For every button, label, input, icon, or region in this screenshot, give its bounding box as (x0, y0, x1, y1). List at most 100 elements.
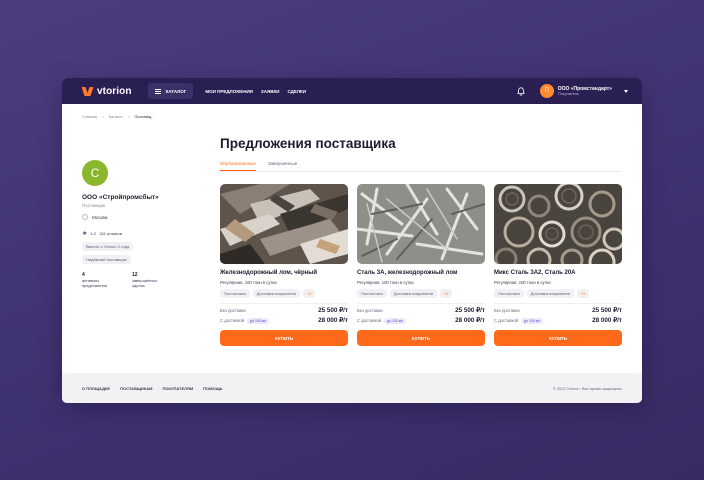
price-row-delivery: С доставкой до 100 км 28 000 ₽/т (357, 317, 485, 324)
location-icon (82, 214, 88, 220)
distance-badge: до 100 км (247, 317, 269, 324)
offer-cards: Железнодорожный лом, чёрный Регулярная, … (220, 184, 622, 346)
main-nav: Мои предложения Заявки Сделки (205, 89, 306, 94)
footer: О площадке Поставщикам Покупателям Помощ… (62, 373, 642, 403)
stat-active-offers: 4 активных предложения (82, 272, 116, 288)
price-value: 25 500 ₽/т (592, 307, 622, 314)
seller-tag: Надёжный поставщик (82, 255, 131, 264)
user-avatar: П (539, 84, 554, 98)
breadcrumb-current: Поставщ.. (134, 114, 154, 119)
offer-tags-more[interactable]: +2 (302, 289, 316, 298)
offer-card[interactable]: Микс Сталь 3А2, Сталь 20А Регулярная, 10… (494, 184, 622, 346)
copyright: © 2022 Vtorion. Все права защищены (552, 385, 622, 391)
price-value: 25 500 ₽/т (455, 307, 485, 314)
price-row-no-delivery: Без доставки 25 500 ₽/т (220, 307, 348, 314)
footer-link-help[interactable]: Помощь (203, 386, 222, 391)
star-icon: ★ (82, 231, 88, 237)
seller-profile: С ООО «Стройпромсбыт» Поставщик Москва ★… (82, 160, 192, 288)
offer-card[interactable]: Железнодорожный лом, чёрный Регулярная, … (220, 184, 348, 346)
offer-tag: Постоплата (494, 289, 524, 298)
user-menu[interactable]: П ООО «Промстандарт» Покупатель (539, 84, 628, 98)
offer-title[interactable]: Сталь 3А, железнодорожный лом (357, 270, 485, 276)
divider (357, 303, 485, 304)
offer-tag: Доставка покупателя (389, 289, 437, 298)
reviews-count: 126 отзывов (98, 231, 122, 236)
tab-published[interactable]: Опубликованные (220, 161, 256, 171)
price-value: 28 000 ₽/т (318, 317, 348, 324)
distance-badge: до 100 км (521, 317, 543, 324)
price-value: 28 000 ₽/т (592, 317, 622, 324)
footer-links: О площадке Поставщикам Покупателям Помощ… (82, 386, 223, 391)
offer-subtitle: Регулярная, 100 тонн в сутки (220, 280, 277, 285)
menu-icon (154, 88, 161, 94)
offer-photo-rail-scrap[interactable] (220, 184, 348, 264)
price-label-delivery: С доставкой до 100 км (220, 317, 269, 324)
seller-city-label: Москва (92, 214, 108, 220)
logo[interactable]: vtorion (82, 86, 132, 97)
buy-button[interactable]: Купить (494, 330, 622, 346)
breadcrumb-home[interactable]: Главная (82, 114, 97, 119)
breadcrumb-catalog[interactable]: Каталог (109, 114, 124, 119)
app-window: vtorion Каталог Мои предложения Заявки С… (62, 78, 642, 403)
seller-type: Поставщик (82, 203, 106, 208)
chevron-down-icon (624, 89, 628, 93)
seller-name: ООО «Стройпромсбыт» (82, 194, 159, 201)
buy-button[interactable]: Купить (220, 330, 348, 346)
offer-subtitle: Регулярная, 100 тонн в сутки (494, 280, 551, 285)
buy-button[interactable]: Купить (357, 330, 485, 346)
offer-photo-steel-scrap[interactable] (357, 184, 485, 264)
seller-rating[interactable]: ★ 4.2 126 отзывов (82, 230, 192, 237)
offer-tags-more[interactable]: +2 (576, 289, 590, 298)
offer-subtitle: Регулярная, 100 тонн в сутки (357, 280, 414, 285)
breadcrumb-separator: › (128, 114, 130, 119)
nav-deals[interactable]: Сделки (287, 89, 306, 94)
price-label-delivery: С доставкой до 100 км (494, 317, 543, 324)
divider (220, 303, 348, 304)
price-value: 25 500 ₽/т (318, 307, 348, 314)
offer-tags-more[interactable]: +2 (439, 289, 453, 298)
offer-title[interactable]: Железнодорожный лом, чёрный (220, 270, 348, 276)
footer-link-buyers[interactable]: Покупателям (162, 386, 193, 391)
distance-badge: до 100 км (384, 317, 406, 324)
offer-tags: Постоплата Доставка покупателя +2 (494, 289, 622, 298)
stat-completed-deals: 12 завершённых сделок (132, 272, 166, 288)
price-label: С доставкой (220, 318, 245, 323)
nav-my-offers[interactable]: Мои предложения (205, 89, 253, 94)
price-label-delivery: С доставкой до 100 км (357, 317, 406, 324)
seller-stats: 4 активных предложения 12 завершённых сд… (82, 272, 192, 288)
price-row-no-delivery: Без доставки 25 500 ₽/т (494, 307, 622, 314)
offer-tag: Доставка покупателя (252, 289, 300, 298)
offer-card[interactable]: Сталь 3А, железнодорожный лом Регулярная… (357, 184, 485, 346)
top-navbar: vtorion Каталог Мои предложения Заявки С… (62, 78, 642, 104)
offer-tags: Постоплата Доставка покупателя +2 (220, 289, 348, 298)
footer-link-about[interactable]: О площадке (82, 386, 110, 391)
offer-photo-mixed-scrap[interactable] (494, 184, 622, 264)
offer-tag: Постоплата (357, 289, 387, 298)
price-label: С доставкой (494, 318, 519, 323)
offer-tags: Постоплата Доставка покупателя +2 (357, 289, 485, 298)
stat-label: активных предложения (82, 278, 107, 288)
logo-text: vtorion (97, 85, 132, 97)
footer-link-suppliers[interactable]: Поставщикам (120, 386, 152, 391)
price-label: Без доставки (220, 308, 246, 313)
seller-tag: Вместе с Vtorion 2 года (82, 242, 134, 251)
notifications-bell-icon[interactable] (516, 86, 526, 96)
rating-value: 4.2 (90, 231, 96, 236)
stat-label: завершённых сделок (132, 278, 158, 288)
logo-mark-icon (82, 87, 94, 96)
divider (494, 303, 622, 304)
breadcrumb: Главная › Каталог › Поставщ.. (82, 114, 153, 119)
seller-city: Москва (82, 214, 192, 220)
seller-avatar: С (82, 160, 108, 186)
catalog-button[interactable]: Каталог (147, 83, 194, 99)
offer-title[interactable]: Микс Сталь 3А2, Сталь 20А (494, 270, 622, 276)
offers-tabs: Опубликованные Завершённые (220, 161, 622, 172)
price-label: С доставкой (357, 318, 382, 323)
nav-requests[interactable]: Заявки (261, 89, 280, 94)
price-row-no-delivery: Без доставки 25 500 ₽/т (357, 307, 485, 314)
offers-section: Предложения поставщика Опубликованные За… (220, 136, 622, 346)
offer-tag: Доставка покупателя (526, 289, 574, 298)
breadcrumb-separator: › (102, 114, 104, 119)
tab-completed[interactable]: Завершённые (268, 161, 297, 171)
catalog-button-label: Каталог (165, 88, 187, 94)
